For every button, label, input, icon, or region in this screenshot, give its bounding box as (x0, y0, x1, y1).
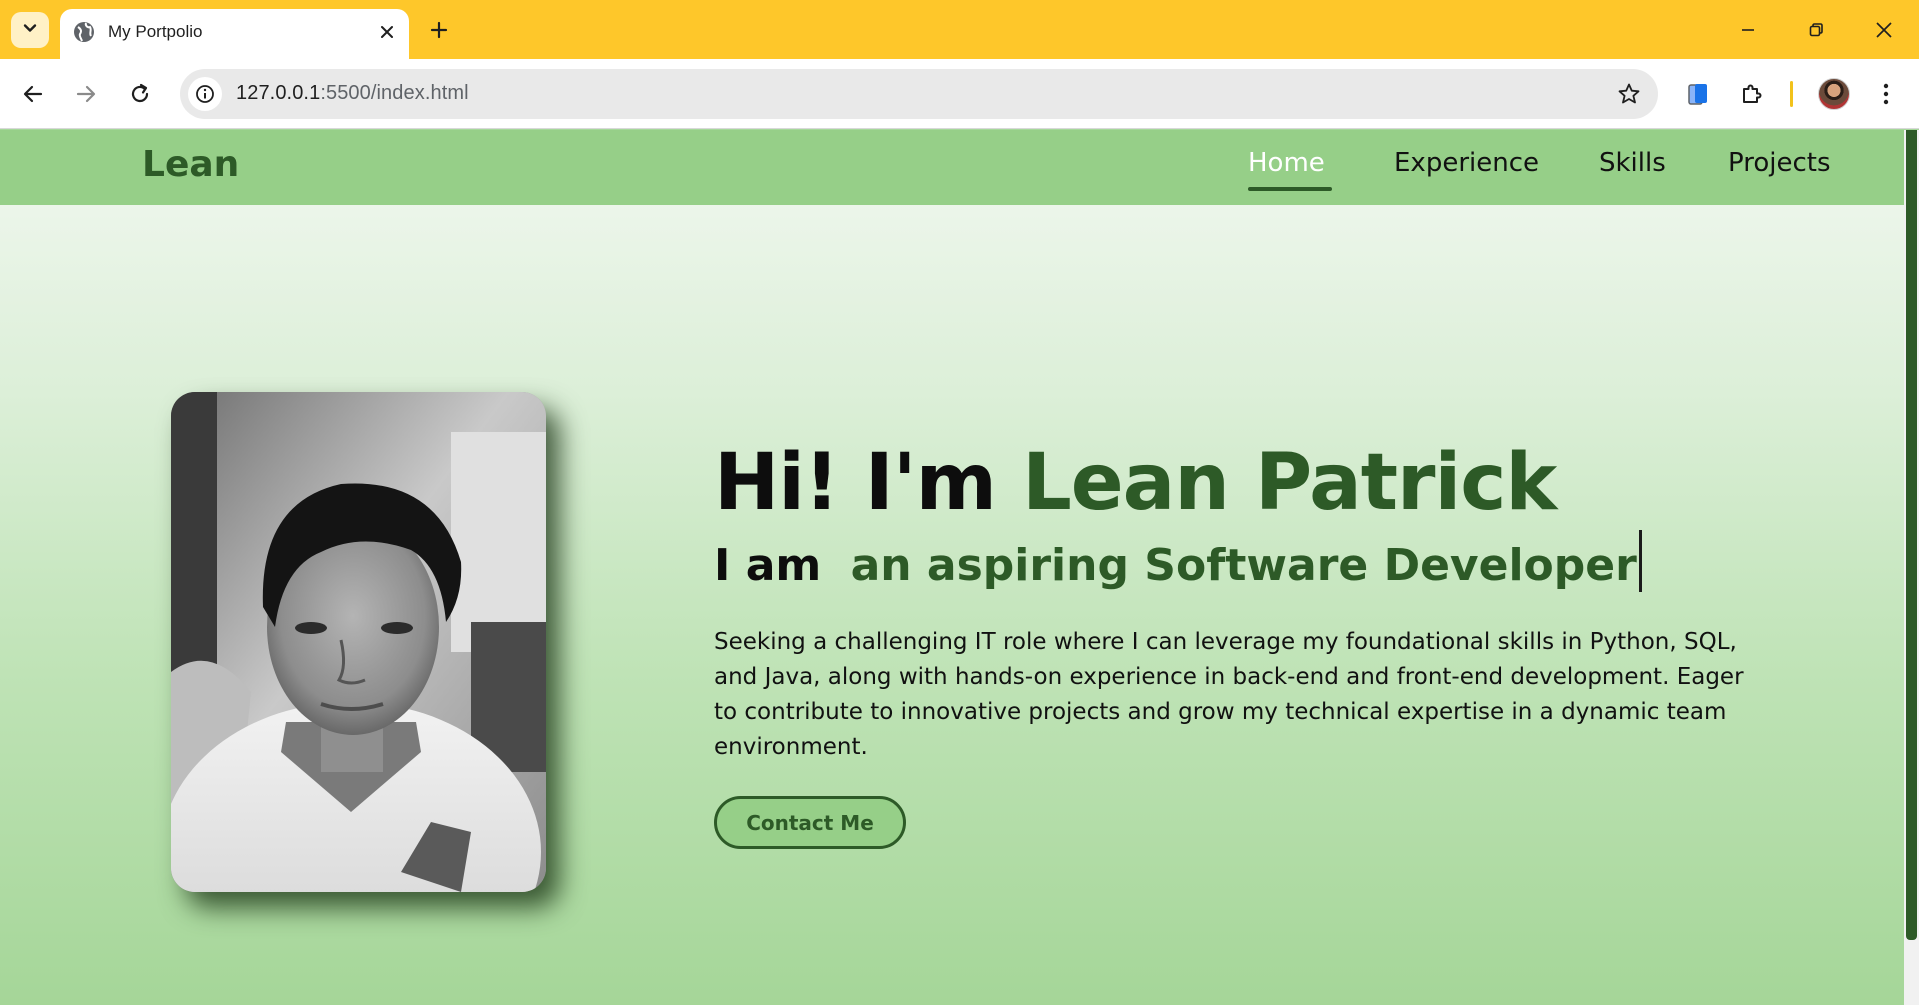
site-logo[interactable]: Lean (142, 144, 239, 185)
star-icon (1618, 83, 1640, 104)
typing-caret (1638, 530, 1642, 592)
extensions-button[interactable] (1734, 76, 1770, 112)
contact-me-button[interactable]: Contact Me (714, 796, 906, 849)
hero-description: Seeking a challenging IT role where I ca… (714, 629, 1744, 760)
tab-close-button[interactable] (377, 22, 397, 42)
site-info-button[interactable] (188, 77, 222, 111)
hero-name: Lean Patrick (1022, 438, 1557, 528)
nav-active-underline (1248, 187, 1332, 191)
url-host: 127.0.0.1 (236, 82, 321, 104)
tab-search-button[interactable] (11, 12, 49, 48)
browser-menu-button[interactable] (1868, 76, 1904, 112)
puzzle-icon (1743, 84, 1762, 103)
site-navbar: Lean Home Experience Skills Projects (0, 130, 1904, 205)
close-icon (381, 26, 393, 38)
info-icon (196, 85, 214, 103)
web-page: Lean Home Experience Skills Projects Hi!… (0, 130, 1904, 1005)
close-window-button[interactable] (1861, 10, 1907, 50)
reload-button[interactable] (122, 76, 158, 112)
scrollbar-thumb[interactable] (1906, 130, 1917, 940)
new-tab-button[interactable] (425, 16, 453, 44)
hero-subtitle: I am an aspiring Software Developer (714, 530, 1642, 592)
minimize-icon (1742, 29, 1754, 31)
restore-button[interactable] (1793, 10, 1839, 50)
nav-link-skills[interactable]: Skills (1599, 148, 1666, 178)
hero-subtitle-prefix: I am (714, 540, 822, 591)
minimize-button[interactable] (1725, 10, 1771, 50)
kebab-menu-icon (1883, 83, 1889, 105)
browser-tab-bar: My Portpolio (0, 0, 1919, 59)
toolbar-separator (1790, 81, 1793, 107)
arrow-right-icon (76, 85, 96, 103)
close-icon (1876, 22, 1892, 38)
profile-avatar[interactable] (1818, 78, 1850, 110)
profile-portrait-image (171, 392, 546, 892)
hero-subtitle-role: an aspiring Software Developer (850, 540, 1637, 591)
hero-title: Hi! I'm Lean Patrick (714, 438, 1557, 528)
bookmark-button[interactable] (1616, 81, 1642, 107)
url-path: :5500/index.html (320, 82, 469, 104)
url-text[interactable]: 127.0.0.1:5500/index.html (236, 82, 469, 105)
address-bar[interactable]: 127.0.0.1:5500/index.html (180, 69, 1658, 119)
hero-greeting: Hi! I'm (714, 438, 997, 528)
tab-title: My Portpolio (108, 22, 203, 41)
plus-icon (430, 21, 448, 39)
chevron-down-icon (22, 20, 38, 40)
nav-link-home[interactable]: Home (1248, 148, 1325, 178)
arrow-left-icon (23, 85, 43, 103)
extension-phone-button[interactable] (1680, 76, 1716, 112)
restore-icon (1809, 23, 1823, 37)
nav-link-experience[interactable]: Experience (1394, 148, 1539, 178)
reload-icon (131, 83, 149, 103)
phone-icon (1688, 84, 1707, 105)
browser-tab-active[interactable]: My Portpolio (60, 9, 409, 59)
browser-toolbar: 127.0.0.1:5500/index.html (0, 59, 1919, 129)
forward-button[interactable] (68, 76, 104, 112)
back-button[interactable] (15, 76, 51, 112)
profile-photo (171, 392, 546, 892)
globe-icon (73, 21, 95, 43)
page-scrollbar[interactable] (1904, 130, 1919, 1005)
nav-link-projects[interactable]: Projects (1728, 148, 1831, 178)
